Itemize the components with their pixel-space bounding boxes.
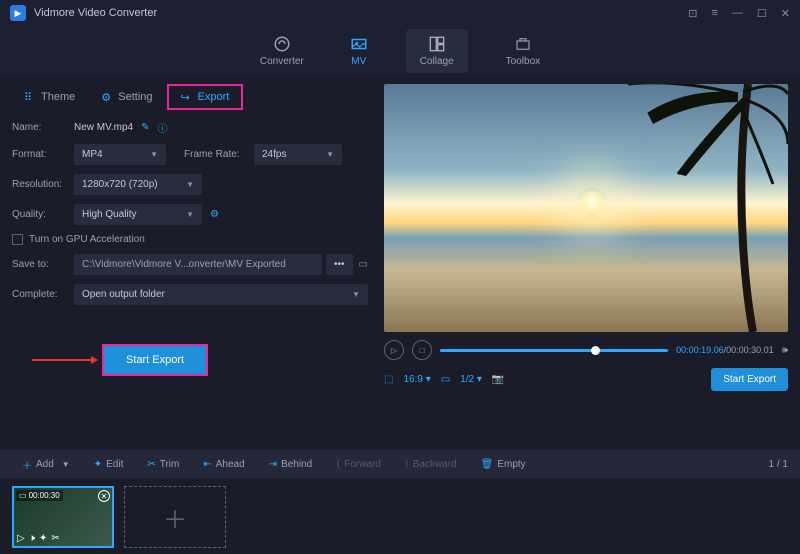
resolution-label: Resolution: <box>12 179 74 190</box>
format-label: Format: <box>12 149 74 160</box>
tab-export[interactable]: ↪ Export <box>167 84 244 110</box>
start-export-button[interactable]: Start Export <box>102 344 208 376</box>
nav-mv[interactable]: MV <box>342 31 376 71</box>
clip-mute-icon[interactable]: 🕨 <box>29 533 35 544</box>
video-preview[interactable] <box>384 84 788 332</box>
framerate-select[interactable]: 24fps▼ <box>254 144 342 165</box>
page-icon: ▭ <box>441 374 450 385</box>
time-display: 00:00:19.06/00:00:30.01 <box>676 345 774 355</box>
framerate-label: Frame Rate: <box>184 149 254 160</box>
start-export-button-2[interactable]: Start Export <box>711 368 788 391</box>
nav-toolbox[interactable]: Toolbox <box>498 31 548 71</box>
collage-icon <box>428 35 446 53</box>
resolution-select[interactable]: 1280x720 (720p)▼ <box>74 174 202 195</box>
export-icon: ↪ <box>181 91 193 103</box>
complete-select[interactable]: Open output folder▼ <box>74 284 368 305</box>
saveto-path: C:\Vidmore\Vidmore V...onverter\MV Expor… <box>74 254 322 275</box>
annotation-arrow <box>32 359 92 361</box>
quality-label: Quality: <box>12 209 74 220</box>
toolbox-icon <box>514 35 532 53</box>
ahead-icon: ⇤ <box>203 459 211 470</box>
forward-icon: ⟨ <box>336 459 340 470</box>
format-select[interactable]: MP4▼ <box>74 144 166 165</box>
trash-icon: 🗑 <box>481 459 494 470</box>
tab-theme[interactable]: ⠿ Theme <box>12 84 87 110</box>
edit-button[interactable]: ✦Edit <box>84 455 134 474</box>
browse-button[interactable]: ••• <box>326 254 353 275</box>
stop-button[interactable]: □ <box>412 340 432 360</box>
plus-icon: ＋ <box>163 500 187 535</box>
tab-setting[interactable]: ⚙ Setting <box>89 84 164 110</box>
add-button[interactable]: ＋Add▼ <box>12 453 80 476</box>
backward-button[interactable]: ⟩Backward <box>395 455 467 474</box>
clip-trim-icon[interactable]: ✂ <box>51 533 59 544</box>
remove-clip-icon[interactable]: ✕ <box>98 490 110 502</box>
maximize-icon[interactable]: ☐ <box>757 7 767 20</box>
quality-select[interactable]: High Quality▼ <box>74 204 202 225</box>
quality-settings-icon[interactable]: ⚙ <box>210 209 219 220</box>
page-select[interactable]: 1/2 ▾ <box>460 374 482 385</box>
pager: 1 / 1 <box>769 459 788 470</box>
clip-edit-icon[interactable]: ✦ <box>39 533 47 544</box>
progress-bar[interactable] <box>440 349 668 352</box>
converter-icon <box>273 35 291 53</box>
minimize-icon[interactable]: — <box>732 7 743 19</box>
add-clip-button[interactable]: ＋ <box>124 486 226 548</box>
volume-icon[interactable]: 🕪 <box>782 345 788 356</box>
aspect-icon: ⬚ <box>384 374 393 385</box>
app-logo: ▶ <box>10 5 26 21</box>
ahead-button[interactable]: ⇤Ahead <box>193 455 254 474</box>
checkbox-icon <box>12 234 23 245</box>
open-folder-icon[interactable]: ▭ <box>359 259 368 270</box>
setting-icon: ⚙ <box>101 91 113 103</box>
info-icon[interactable]: ⓘ <box>158 120 168 135</box>
name-label: Name: <box>12 122 74 133</box>
backward-icon: ⟩ <box>405 459 409 470</box>
mv-icon <box>350 35 368 53</box>
plus-icon: ＋ <box>22 457 32 472</box>
behind-button[interactable]: ⇥Behind <box>259 455 323 474</box>
clip-thumbnail[interactable]: ▭ 00:00:30 ✕ ▷ 🕨 ✦ ✂ <box>12 486 114 548</box>
clip-duration: ▭ 00:00:30 <box>16 490 63 501</box>
play-button[interactable]: ▷ <box>384 340 404 360</box>
forward-button[interactable]: ⟨Forward <box>326 455 391 474</box>
trim-button[interactable]: ✂Trim <box>137 455 189 474</box>
menu-icon[interactable]: ≡ <box>711 7 717 19</box>
edit-name-icon[interactable]: ✎ <box>141 122 149 133</box>
clip-play-icon[interactable]: ▷ <box>17 533 25 544</box>
feedback-icon[interactable]: ⊡ <box>688 7 697 20</box>
gpu-checkbox[interactable]: Turn on GPU Acceleration <box>12 234 368 245</box>
preview-content <box>578 188 606 216</box>
wand-icon: ✦ <box>94 459 102 470</box>
name-value: New MV.mp4 <box>74 122 133 133</box>
theme-icon: ⠿ <box>24 91 36 103</box>
aspect-select[interactable]: 16:9 ▾ <box>403 374 430 385</box>
app-title: Vidmore Video Converter <box>34 7 688 19</box>
nav-collage[interactable]: Collage <box>406 29 468 73</box>
complete-label: Complete: <box>12 289 74 300</box>
scissors-icon: ✂ <box>147 459 155 470</box>
close-icon[interactable]: ✕ <box>781 7 790 20</box>
saveto-label: Save to: <box>12 259 74 270</box>
empty-button[interactable]: 🗑Empty <box>471 455 536 474</box>
capture-icon[interactable]: 📷 <box>492 374 504 385</box>
behind-icon: ⇥ <box>269 459 277 470</box>
nav-converter[interactable]: Converter <box>252 31 312 71</box>
preview-palm <box>608 84 788 332</box>
